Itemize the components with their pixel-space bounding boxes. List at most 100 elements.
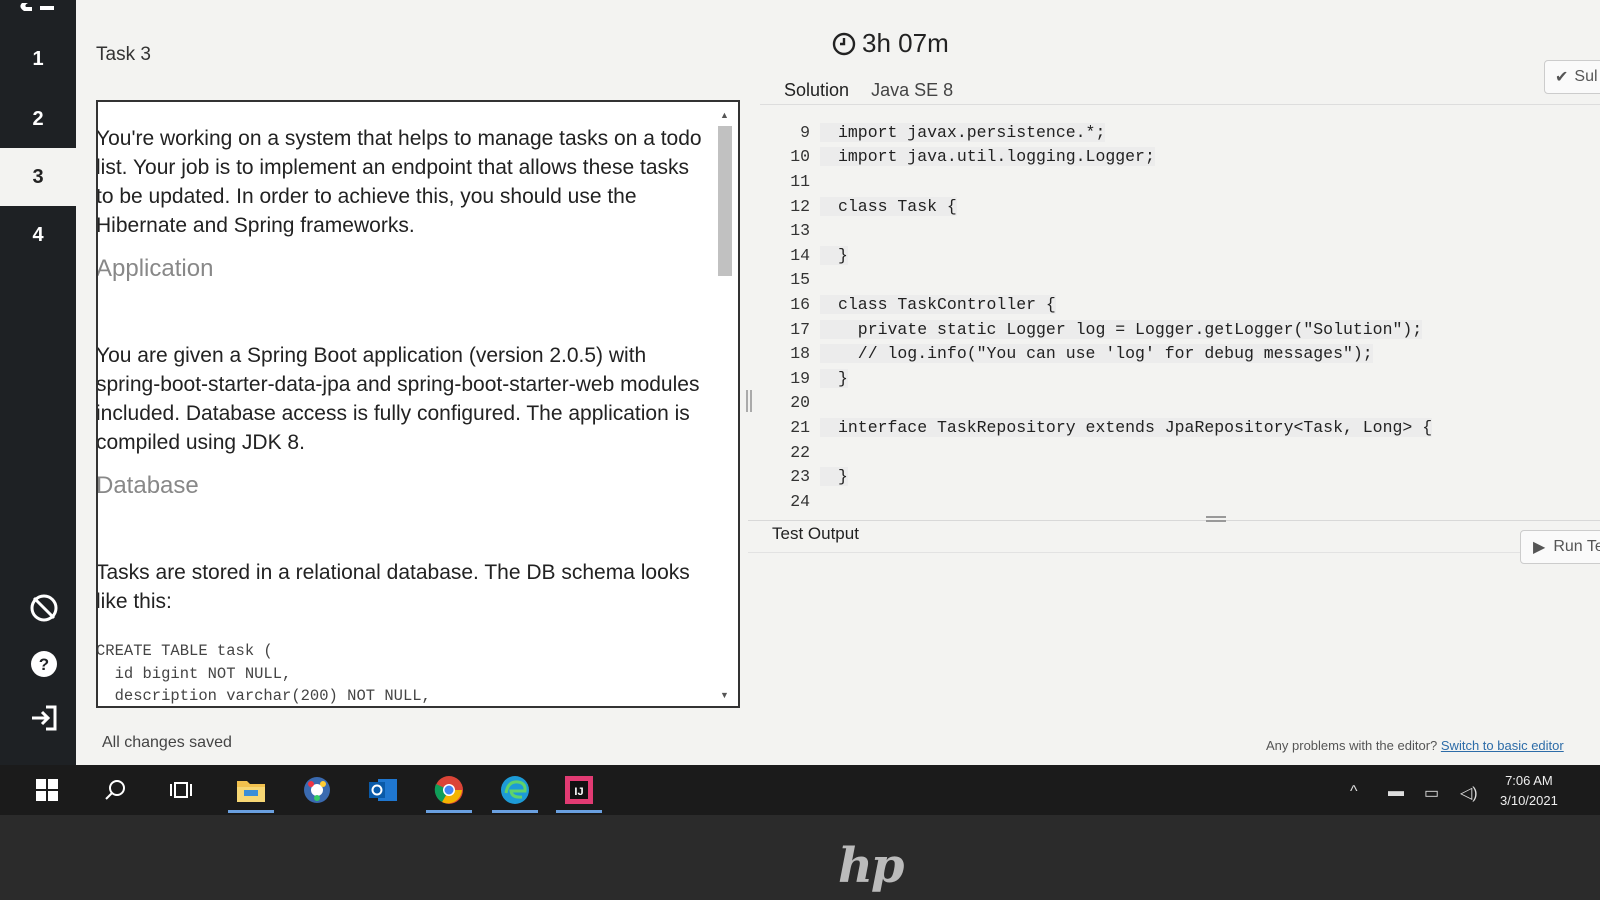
test-output-title: Test Output (772, 524, 859, 543)
nav-task-2[interactable]: 2 (0, 90, 76, 148)
outlook-icon[interactable] (366, 773, 400, 807)
code-editor[interactable]: 9 import javax.persistence.*; 10 import jav… (776, 120, 1433, 514)
scroll-thumb[interactable] (718, 126, 732, 276)
task-title: Task 3 (96, 44, 151, 65)
code-line[interactable]: 18 // log.info("You can use 'log' for de… (776, 341, 1432, 366)
line-number: 20 (790, 393, 810, 413)
scroll-up-icon[interactable]: ▲ (720, 110, 729, 120)
code-text: } (820, 245, 848, 265)
windows-start-icon[interactable] (30, 773, 64, 807)
play-icon: ▶ (1533, 539, 1546, 556)
chevron-up-icon[interactable]: ^ (1350, 783, 1358, 801)
nav-task-label: 2 (32, 107, 44, 130)
problems-text: Any problems with the editor? (1266, 738, 1438, 753)
hp-logo: hp (838, 838, 904, 894)
code-line[interactable]: 9 import javax.persistence.*; (776, 120, 1432, 145)
code-line[interactable]: 21 interface TaskRepository extends JpaRe… (776, 415, 1433, 440)
description-scrollbar[interactable]: ▲ ▼ (718, 110, 732, 700)
nav-task-label: 1 (32, 47, 44, 70)
schema-code: CREATE TABLE task ( id bigint NOT NULL, … (96, 642, 431, 705)
nav-task-3[interactable]: 3 (0, 148, 76, 206)
help-icon[interactable]: ? (26, 646, 62, 682)
code-line[interactable]: 16 class TaskController { (776, 292, 1432, 317)
line-number: 19 (790, 368, 810, 388)
code-text: class Task { (820, 196, 957, 216)
settings-app-icon[interactable] (300, 773, 334, 807)
code-line[interactable]: 17 private static Logger log = Logger.ge… (776, 317, 1432, 342)
battery-icon[interactable]: ▬ (1388, 783, 1404, 801)
edge-icon[interactable] (492, 773, 538, 813)
editor-problems-note: Any problems with the editor? Switch to … (1266, 738, 1564, 753)
timer: 3h 07m (832, 28, 949, 59)
code-line[interactable]: 10 import java.util.logging.Logger; (776, 145, 1432, 170)
line-number: 22 (790, 442, 810, 462)
svg-text:IJ: IJ (574, 786, 583, 798)
svg-text:?: ? (39, 655, 49, 674)
code-line[interactable]: 22 (776, 440, 1432, 465)
editor-tabs: Solution Java SE 8 (784, 80, 953, 101)
code-line[interactable]: 13 (776, 218, 1432, 243)
panel-splitter[interactable] (746, 390, 754, 412)
logout-icon[interactable] (26, 700, 62, 736)
file-explorer-icon[interactable] (228, 773, 274, 813)
code-line[interactable]: 15 (776, 268, 1432, 293)
line-number: 10 (790, 147, 810, 167)
line-number: 11 (790, 171, 810, 191)
code-text: } (820, 368, 848, 388)
divider (748, 520, 1600, 521)
code-line[interactable]: 14} (776, 243, 1432, 268)
line-number: 16 (790, 294, 810, 314)
network-icon[interactable]: ▭ (1424, 783, 1439, 803)
search-icon[interactable] (98, 773, 132, 807)
system-clock[interactable]: 7:06 AM 3/10/2021 (1500, 771, 1558, 811)
line-number: 21 (790, 417, 810, 437)
run-tests-label: Run Te (1553, 538, 1600, 555)
language-selector[interactable]: Java SE 8 (871, 80, 953, 101)
line-number: 23 (790, 467, 810, 487)
database-text: Tasks are stored in a relational databas… (96, 561, 690, 613)
chrome-icon[interactable] (426, 773, 472, 813)
code-line[interactable]: 11 (776, 169, 1432, 194)
switch-basic-editor-link[interactable]: Switch to basic editor (1441, 738, 1564, 753)
windows-taskbar: IJ ^ ▬ ▭ ◁) 7:06 AM 3/10/2021 (0, 765, 1600, 815)
save-status: All changes saved (102, 734, 232, 751)
task-view-icon[interactable] (164, 773, 198, 807)
app-logo (18, 0, 58, 11)
resize-handle[interactable] (1206, 516, 1226, 524)
nav-task-1[interactable]: 1 (0, 30, 76, 88)
volume-icon[interactable]: ◁) (1460, 783, 1478, 803)
line-number: 13 (790, 221, 810, 241)
code-line[interactable]: 23} (776, 464, 1432, 489)
code-text: import javax.persistence.*; (820, 122, 1106, 142)
submit-button[interactable]: ✔ Sul (1544, 60, 1600, 94)
nav-task-4[interactable]: 4 (0, 206, 76, 264)
description-intro: You're working on a system that helps to… (96, 127, 702, 237)
code-line[interactable]: 20 (776, 391, 1432, 416)
intellij-icon[interactable]: IJ (556, 773, 602, 813)
line-number: 17 (790, 319, 810, 339)
code-line[interactable]: 24 (776, 489, 1432, 514)
nav-task-label: 4 (32, 223, 44, 246)
code-text: private static Logger log = Logger.getLo… (820, 319, 1423, 339)
check-icon: ✔ (1555, 69, 1569, 86)
left-nav: 1 2 3 4 ? (0, 0, 76, 765)
line-number: 9 (800, 122, 810, 142)
code-line[interactable]: 19} (776, 366, 1432, 391)
code-text: interface TaskRepository extends JpaRepo… (820, 417, 1433, 437)
clock-time: 7:06 AM (1505, 773, 1553, 788)
scroll-down-icon[interactable]: ▼ (720, 690, 729, 700)
heading-application: Application (96, 255, 214, 282)
task-description-panel[interactable]: You're working on a system that helps to… (96, 100, 740, 708)
divider (760, 104, 1600, 105)
tab-solution[interactable]: Solution (784, 80, 849, 101)
hide-icon[interactable] (26, 590, 62, 626)
application-text: You are given a Spring Boot application … (96, 344, 700, 454)
line-number: 15 (790, 270, 810, 290)
screen: 1 2 3 4 ? Task 3 3h 07m ✔ Sul You're wor… (0, 0, 1600, 815)
code-line[interactable]: 12 class Task { (776, 194, 1432, 219)
divider (748, 552, 1600, 553)
submit-label: Sul (1574, 68, 1598, 85)
code-text: class TaskController { (820, 294, 1056, 314)
line-number: 24 (790, 491, 810, 511)
run-tests-button[interactable]: ▶ Run Te (1520, 530, 1600, 564)
